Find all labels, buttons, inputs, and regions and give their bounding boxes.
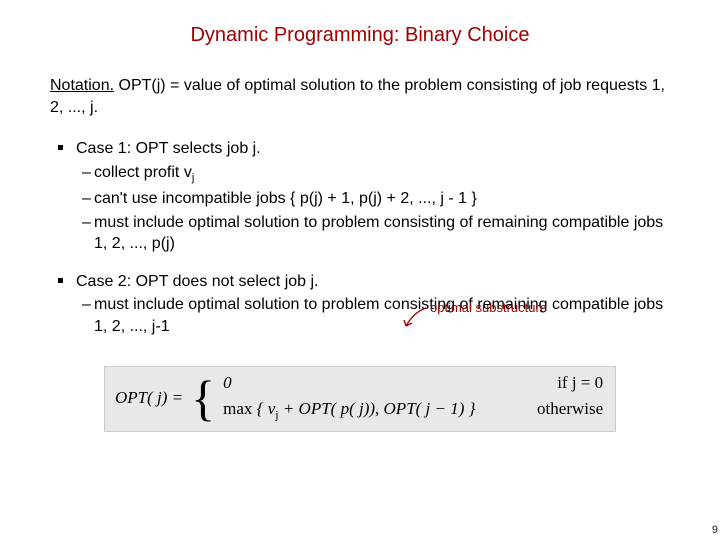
dash-icon: – — [82, 188, 91, 210]
case1-item-0: – collect profit vj — [94, 162, 670, 186]
slide-title: Dynamic Programming: Binary Choice — [50, 24, 670, 47]
dash-icon: – — [82, 294, 91, 316]
case1-head: Case 1: OPT selects job j. — [76, 138, 670, 160]
case2-item-0: – must include optimal solution to probl… — [94, 294, 670, 337]
case2-head: Case 2: OPT does not select job j. — [76, 271, 670, 293]
slide: Dynamic Programming: Binary Choice Notat… — [0, 0, 720, 540]
formula-r2-right: otherwise — [537, 399, 603, 422]
formula-row-2: max { vj + OPT( p( j)), OPT( j − 1) } ot… — [223, 399, 603, 422]
case2-item-0-text: must include optimal solution to problem… — [94, 296, 663, 335]
formula-r2-tail: + OPT( p( j)), OPT( j − 1) } — [279, 399, 476, 418]
formula-lhs: OPT( j) = — [115, 388, 183, 408]
case2-title: Case 2: OPT does not select job j. — [76, 273, 319, 290]
case1-item-0-text: collect profit v — [94, 164, 192, 181]
annotation: optimal substructure — [430, 300, 547, 315]
case1-item-1: – can't use incompatible jobs { p(j) + 1… — [94, 188, 670, 210]
bullet-icon — [58, 145, 63, 150]
formula-row-1: 0 if j = 0 — [223, 373, 603, 393]
formula-r2-body: { v — [257, 399, 276, 418]
formula-r1-left: 0 — [223, 373, 232, 393]
case1-item-2: – must include optimal solution to probl… — [94, 212, 670, 255]
notation-label: Notation. — [50, 77, 114, 94]
cases: Case 1: OPT selects job j. – collect pro… — [50, 138, 670, 337]
dash-icon: – — [82, 162, 91, 184]
dash-icon: – — [82, 212, 91, 234]
formula: OPT( j) = { 0 if j = 0 max { vj + OPT( p… — [104, 366, 616, 432]
notation-line: Notation. OPT(j) = value of optimal solu… — [50, 75, 670, 118]
left-brace-icon: { — [191, 373, 215, 423]
bullet-icon — [58, 278, 63, 283]
subscript-j: j — [192, 172, 195, 184]
formula-max-word: max — [223, 399, 257, 418]
case1-item-2-text: must include optimal solution to problem… — [94, 214, 663, 253]
page-number: 9 — [712, 524, 718, 536]
formula-r1-right: if j = 0 — [557, 373, 603, 393]
case1-item-1-text: can't use incompatible jobs { p(j) + 1, … — [94, 190, 477, 207]
formula-r2-left: max { vj + OPT( p( j)), OPT( j − 1) } — [223, 399, 475, 422]
notation-text: OPT(j) = value of optimal solution to th… — [50, 77, 665, 116]
case1-title: Case 1: OPT selects job j. — [76, 140, 261, 157]
